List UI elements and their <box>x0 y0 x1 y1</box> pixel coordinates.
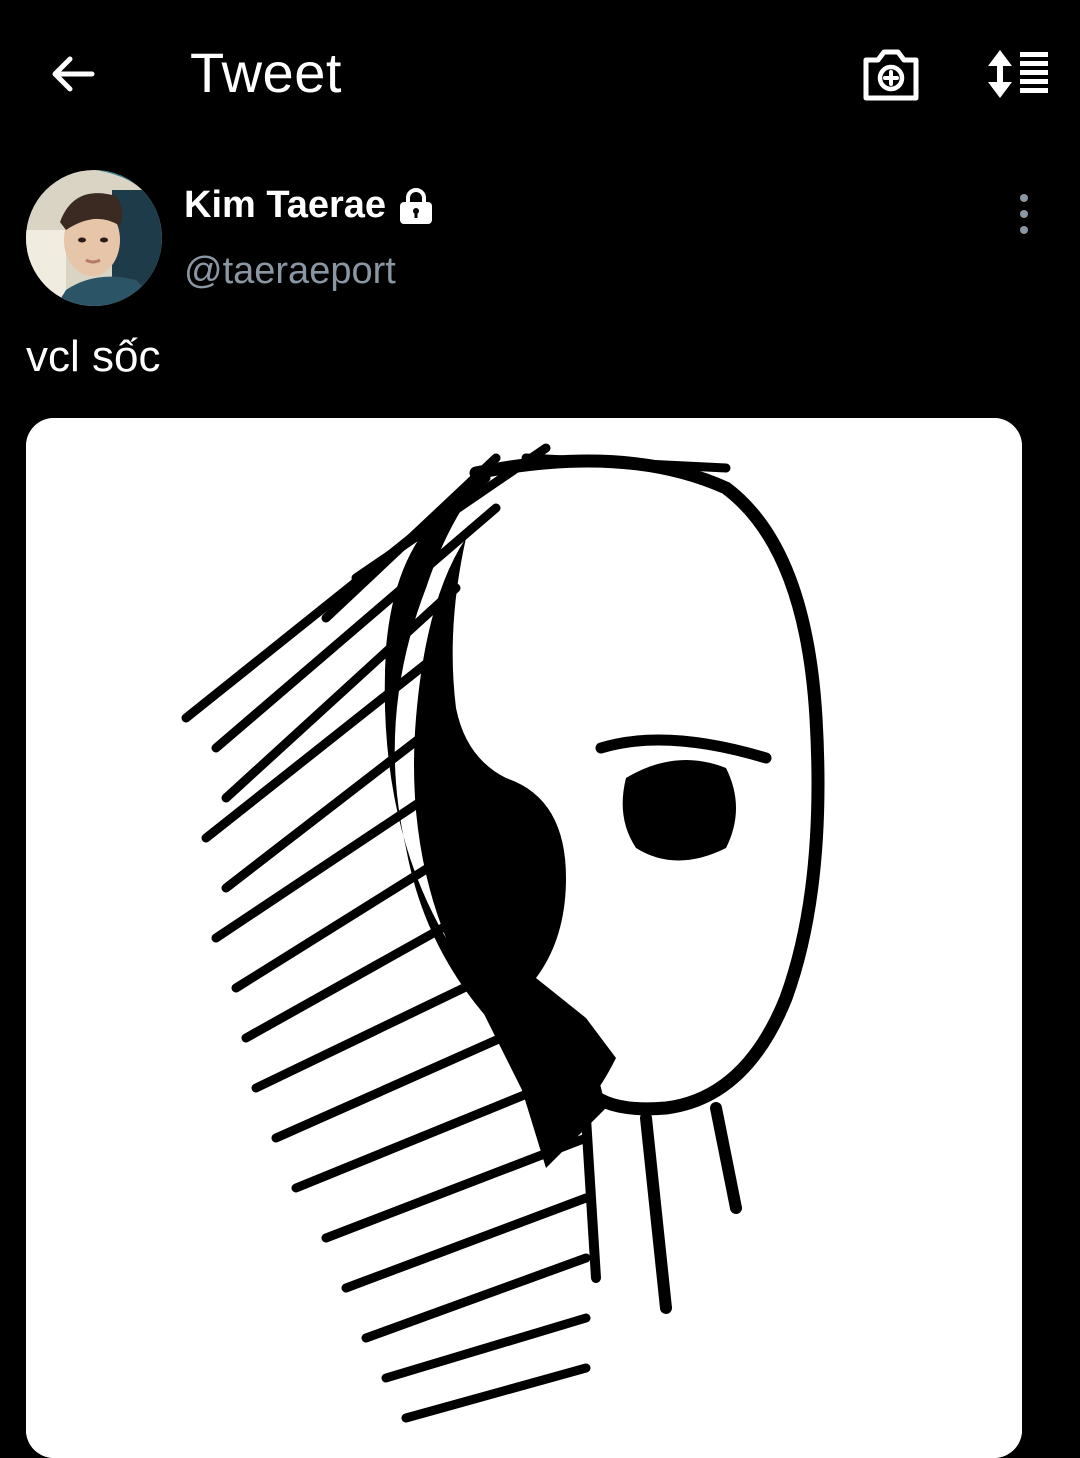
tweet-media-image[interactable] <box>26 418 1022 1458</box>
avatar[interactable] <box>26 170 162 306</box>
profile-photo-icon <box>26 170 162 306</box>
author-name-row[interactable]: Kim Taerae <box>184 184 436 227</box>
back-button[interactable] <box>44 44 104 104</box>
sort-button[interactable] <box>978 44 1054 104</box>
sort-list-icon <box>988 50 1048 98</box>
back-arrow-icon <box>52 56 95 92</box>
more-options-button[interactable] <box>1000 190 1048 240</box>
ink-face-sketch-icon <box>26 418 1022 1458</box>
tweet-text: vcl sốc <box>26 332 161 381</box>
add-photo-button[interactable] <box>858 44 924 106</box>
top-app-bar: Tweet <box>0 0 1080 150</box>
author-handle[interactable]: @taeraeport <box>184 250 396 293</box>
more-vertical-icon <box>1020 194 1028 234</box>
page-title: Tweet <box>190 41 342 104</box>
lock-icon <box>400 187 433 224</box>
camera-plus-icon <box>863 49 919 101</box>
author-display-name: Kim Taerae <box>184 184 387 226</box>
